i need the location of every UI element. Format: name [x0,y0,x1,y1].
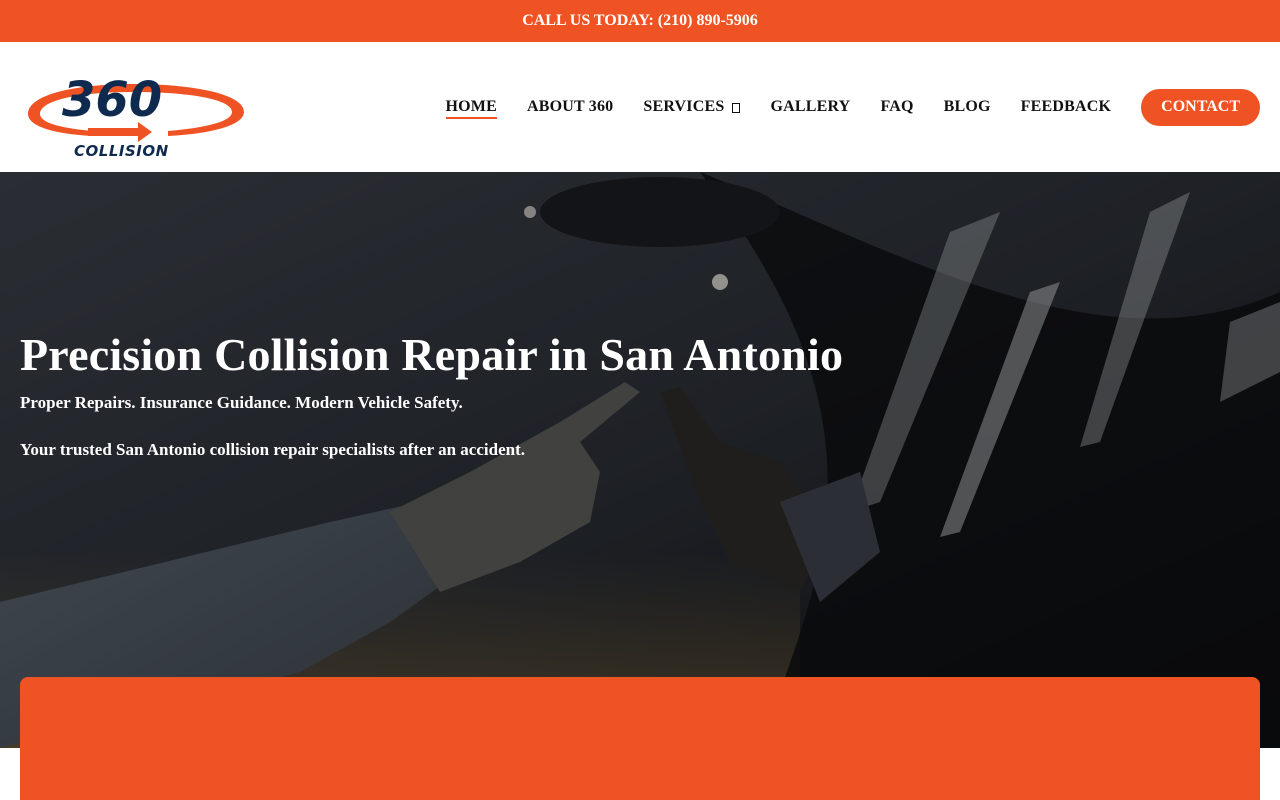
contact-button[interactable]: CONTACT [1141,88,1260,126]
chevron-down-icon [732,102,741,113]
site-header: 360 COLLISION HOME ABOUT 360 SERVICES GA… [0,42,1280,172]
hero-subtitle: Proper Repairs. Insurance Guidance. Mode… [20,393,463,412]
logo-number: 360 [62,72,162,128]
nav-item-services-label: SERVICES [643,98,725,115]
nav-item-faq[interactable]: FAQ [880,88,913,126]
nav-item-about[interactable]: ABOUT 360 [527,88,613,126]
hero-section: Precision Collision Repair in San Antoni… [0,172,1280,748]
nav-item-feedback[interactable]: FEEDBACK [1021,88,1112,126]
top-call-bar: CALL US TODAY: (210) 890-5906 [0,0,1280,42]
call-us-link[interactable]: CALL US TODAY: (210) 890-5906 [522,12,758,30]
orange-feature-card [20,677,1260,800]
logo-word: COLLISION [74,142,169,160]
logo-graphic: 360 COLLISION [28,72,244,160]
hero-title: Precision Collision Repair in San Antoni… [20,329,844,380]
main-nav: HOME ABOUT 360 SERVICES GALLERY FAQ BLOG… [445,88,1260,126]
nav-item-home[interactable]: HOME [445,88,498,126]
nav-item-blog[interactable]: BLOG [944,88,991,126]
hero-tagline: Your trusted San Antonio collision repai… [20,440,525,459]
nav-item-gallery[interactable]: GALLERY [770,88,850,126]
site-logo[interactable]: 360 COLLISION [18,64,248,164]
nav-item-services[interactable]: SERVICES [643,88,741,126]
